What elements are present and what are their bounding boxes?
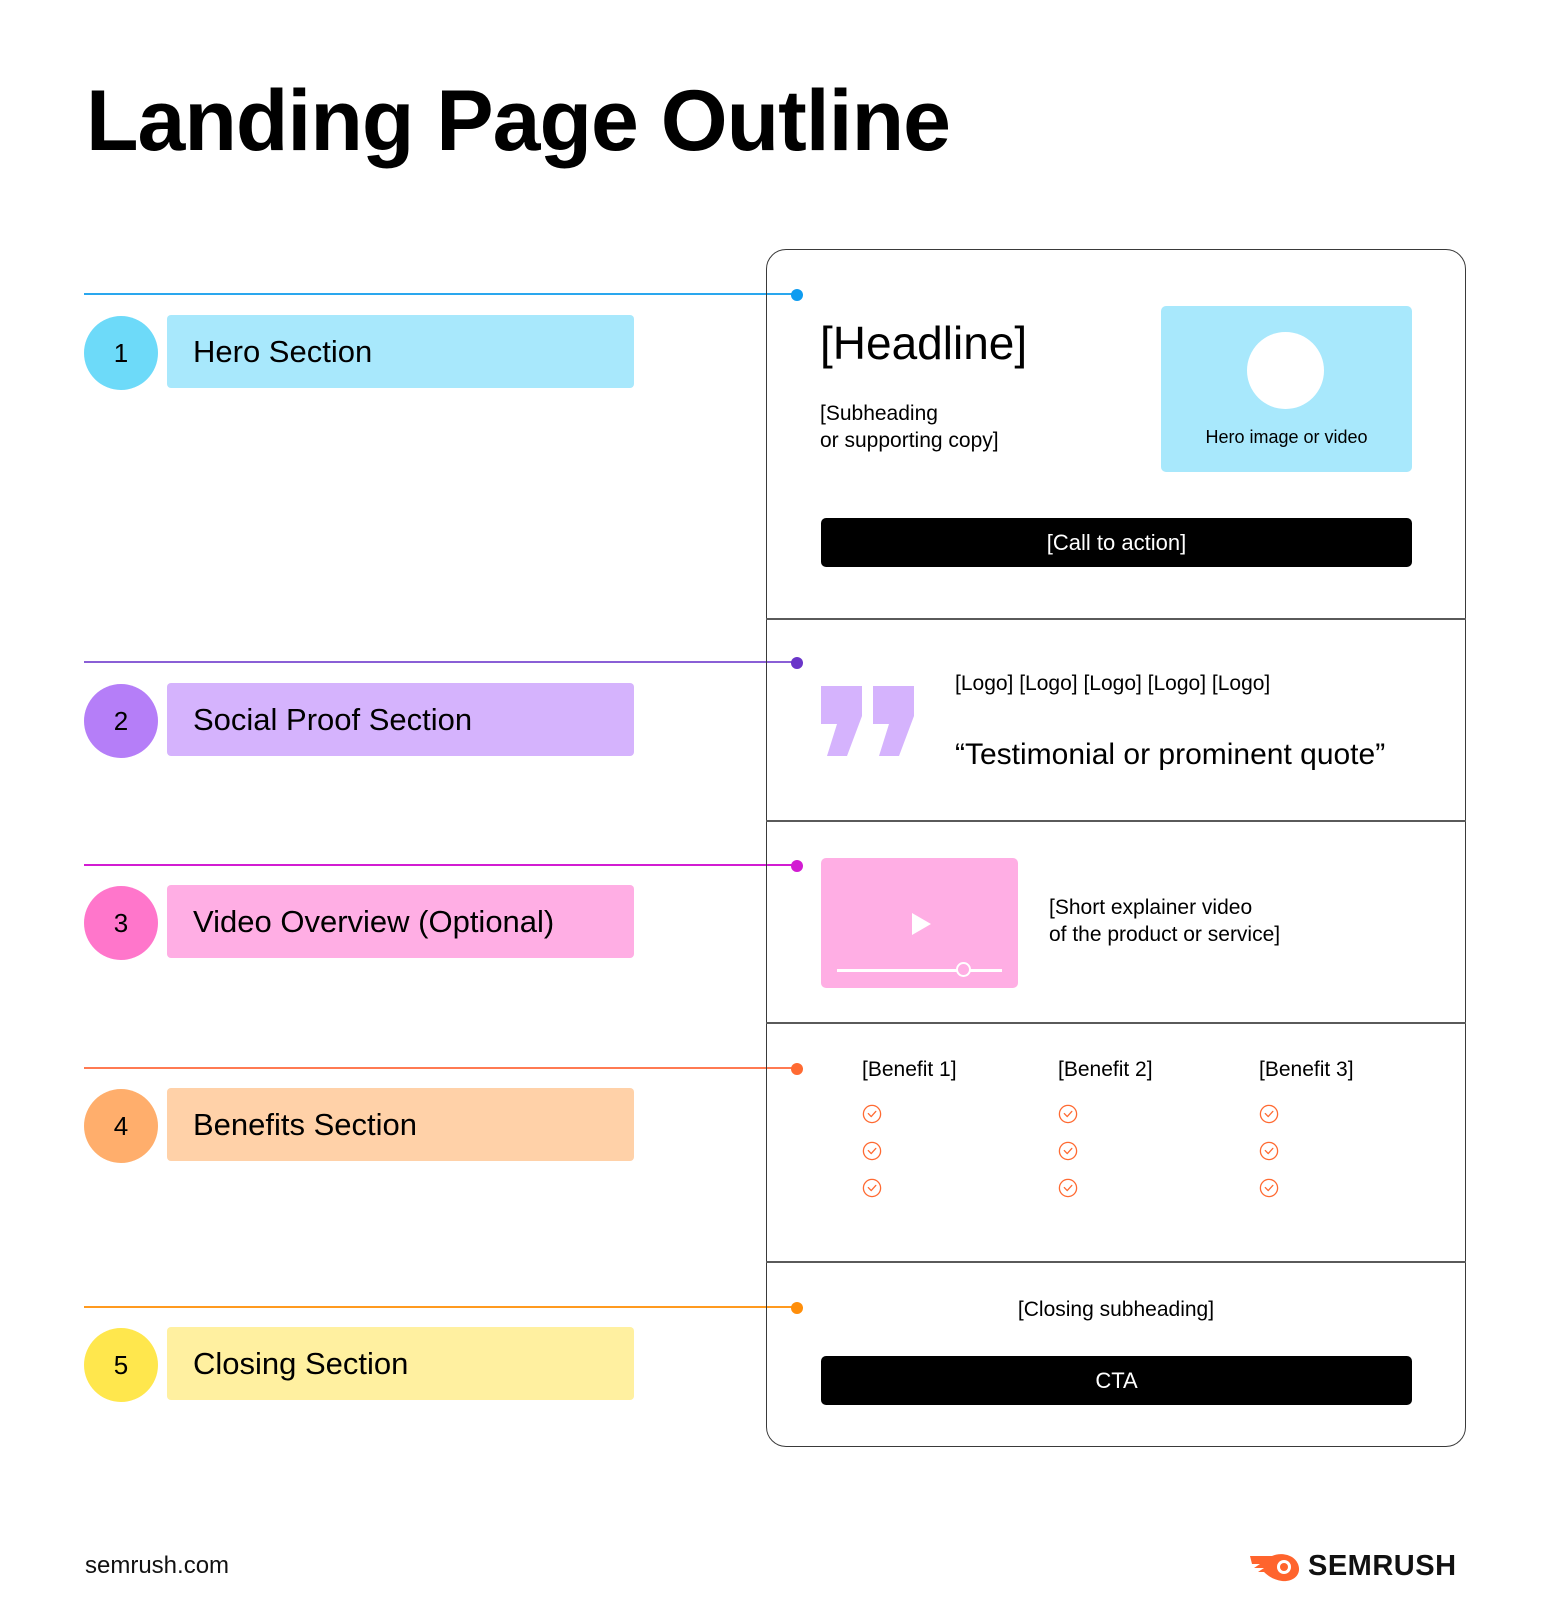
section-label-text: Benefits Section [193, 1106, 418, 1142]
video-placeholder[interactable] [821, 858, 1018, 988]
check-circle-icon [862, 1141, 882, 1161]
semrush-logo: SEMRUSH [1250, 1550, 1457, 1583]
benefit-title: [Benefit 2] [1058, 1058, 1153, 1081]
hero-cta-label: [Call to action] [1046, 529, 1187, 555]
section-divider [766, 618, 1466, 620]
footer-url[interactable]: semrush.com [85, 1552, 229, 1580]
connector-dot-social-proof [791, 657, 803, 669]
closing-subheading: [Closing subheading] [1017, 1298, 1215, 1321]
check-circle-icon [1259, 1104, 1279, 1124]
benefit-title: [Benefit 1] [862, 1058, 957, 1081]
section-number-1: 1 [84, 316, 158, 390]
video-progress-knob[interactable] [956, 962, 971, 977]
section-divider [766, 1261, 1466, 1263]
hero-subheading: [Subheading or supporting copy] [820, 400, 999, 454]
connector-line-social-proof [84, 661, 796, 663]
section-number-4: 4 [84, 1089, 158, 1163]
hero-media-placeholder: Hero image or video [1161, 306, 1412, 472]
semrush-flame-icon [1250, 1553, 1300, 1581]
section-number-2: 2 [84, 684, 158, 758]
connector-line-closing [84, 1306, 796, 1308]
section-label-text: Social Proof Section [193, 701, 473, 737]
check-circle-icon [862, 1104, 882, 1124]
quote-mark-icon [821, 686, 914, 756]
closing-cta-label: CTA [1095, 1367, 1138, 1393]
section-number-5: 5 [84, 1328, 158, 1402]
page-title: Landing Page Outline [86, 73, 951, 169]
image-placeholder-icon [1247, 332, 1324, 409]
section-number-3: 3 [84, 886, 158, 960]
section-divider [766, 820, 1466, 822]
check-circle-icon [1259, 1141, 1279, 1161]
closing-cta-button[interactable]: CTA [821, 1356, 1412, 1405]
video-description-line: of the product or service] [1049, 923, 1281, 946]
connector-dot-video [791, 860, 803, 872]
logo-row: [Logo] [Logo] [Logo] [Logo] [Logo] [955, 672, 1271, 695]
check-circle-icon [1058, 1141, 1078, 1161]
connector-line-video [84, 864, 796, 866]
check-circle-icon [1259, 1178, 1279, 1198]
hero-subheading-line: [Subheading [820, 402, 938, 425]
semrush-wordmark: SEMRUSH [1308, 1550, 1457, 1582]
connector-line-hero [84, 293, 796, 295]
quote-mark-right [873, 686, 914, 756]
connector-line-benefits [84, 1067, 796, 1069]
hero-cta-button[interactable]: [Call to action] [821, 518, 1412, 567]
hero-media-caption: Hero image or video [1205, 427, 1368, 447]
section-label-text: Closing Section [193, 1345, 409, 1381]
testimonial-quote: “Testimonial or prominent quote” [955, 738, 1386, 771]
check-circle-icon [1058, 1178, 1078, 1198]
video-description-line: [Short explainer video [1049, 896, 1253, 919]
hero-headline: [Headline] [820, 317, 1028, 369]
connector-dot-benefits [791, 1063, 803, 1075]
check-circle-icon [1058, 1104, 1078, 1124]
hero-subheading-line: or supporting copy] [820, 429, 999, 452]
section-label-video: Video Overview (Optional) [167, 885, 634, 958]
section-label-text: Hero Section [193, 333, 373, 369]
connector-dot-hero [791, 289, 803, 301]
section-label-benefits: Benefits Section [167, 1088, 634, 1161]
check-circle-icon [862, 1178, 882, 1198]
section-label-closing: Closing Section [167, 1327, 634, 1400]
play-icon[interactable] [912, 913, 931, 935]
section-label-social-proof: Social Proof Section [167, 683, 634, 756]
video-progress-track[interactable] [837, 969, 1002, 972]
video-description: [Short explainer video of the product or… [1049, 894, 1280, 948]
section-label-text: Video Overview (Optional) [193, 903, 555, 939]
benefit-title: [Benefit 3] [1259, 1058, 1354, 1081]
quote-mark-left [821, 686, 862, 756]
section-label-hero: Hero Section [167, 315, 634, 388]
section-divider [766, 1022, 1466, 1024]
